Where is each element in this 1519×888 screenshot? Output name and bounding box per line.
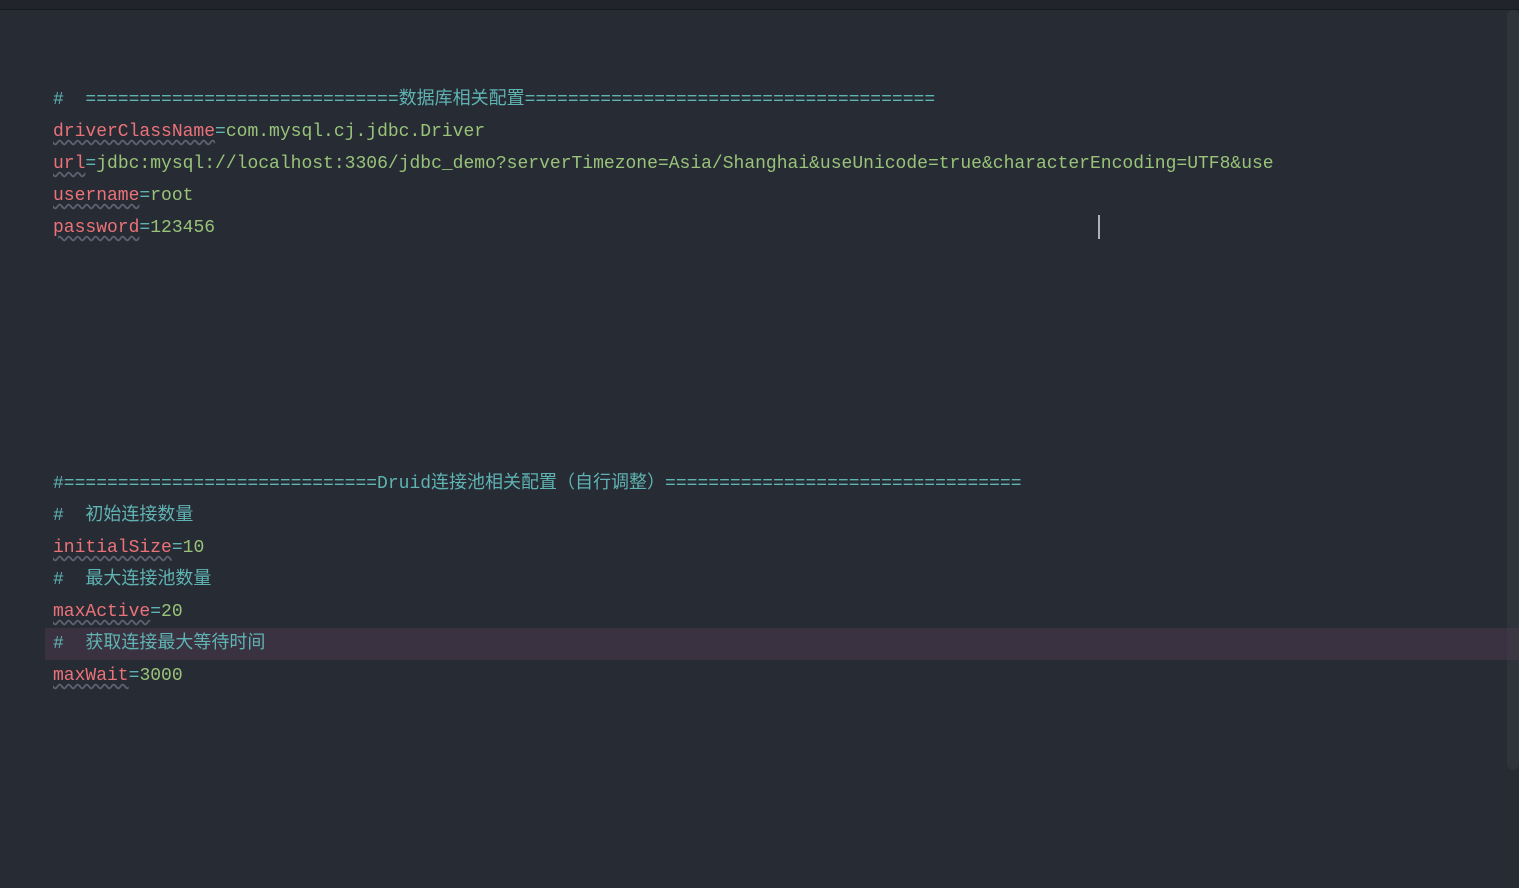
equals-sign: = <box>139 186 150 206</box>
code-line[interactable]: password=123456 <box>45 212 1519 244</box>
property-key: password <box>53 218 139 238</box>
comment-text: #=============================Druid连接池相关… <box>53 474 1022 494</box>
comment-text: # =============================数据库相关配置==… <box>53 90 935 110</box>
code-line[interactable] <box>45 340 1519 372</box>
equals-sign: = <box>129 666 140 686</box>
code-line[interactable] <box>45 372 1519 404</box>
code-line[interactable]: username=root <box>45 180 1519 212</box>
text-cursor <box>1098 215 1100 239</box>
equals-sign: = <box>215 122 226 142</box>
comment-text: # 初始连接数量 <box>53 506 193 526</box>
equals-sign: = <box>85 154 96 174</box>
property-value: 20 <box>161 602 183 622</box>
property-key: username <box>53 186 139 206</box>
vertical-scrollbar[interactable] <box>1507 10 1519 770</box>
code-line[interactable]: url=jdbc:mysql://localhost:3306/jdbc_dem… <box>45 148 1519 180</box>
equals-sign: = <box>150 602 161 622</box>
property-key: maxWait <box>53 666 129 686</box>
property-key: url <box>53 154 85 174</box>
code-line[interactable]: maxWait=3000 <box>45 660 1519 692</box>
code-line[interactable]: # 获取连接最大等待时间 <box>45 628 1519 660</box>
property-value: root <box>150 186 193 206</box>
code-editor[interactable]: # =============================数据库相关配置==… <box>45 10 1519 888</box>
property-value: 10 <box>183 538 205 558</box>
property-value: 123456 <box>150 218 215 238</box>
code-line[interactable] <box>45 404 1519 436</box>
equals-sign: = <box>172 538 183 558</box>
property-key: driverClassName <box>53 122 215 142</box>
property-key: maxActive <box>53 602 150 622</box>
code-line[interactable] <box>45 276 1519 308</box>
property-value: com.mysql.cj.jdbc.Driver <box>226 122 485 142</box>
code-line[interactable]: driverClassName=com.mysql.cj.jdbc.Driver <box>45 116 1519 148</box>
code-line[interactable] <box>45 308 1519 340</box>
equals-sign: = <box>139 218 150 238</box>
editor-top-bar <box>0 0 1519 10</box>
property-value: jdbc:mysql://localhost:3306/jdbc_demo?se… <box>96 154 1273 174</box>
property-key: initialSize <box>53 538 172 558</box>
code-line[interactable] <box>45 244 1519 276</box>
code-line[interactable]: # 最大连接池数量 <box>45 564 1519 596</box>
code-line[interactable] <box>45 436 1519 468</box>
editor-container: # =============================数据库相关配置==… <box>0 10 1519 888</box>
property-value: 3000 <box>139 666 182 686</box>
comment-text: # 最大连接池数量 <box>53 570 211 590</box>
code-line[interactable]: # =============================数据库相关配置==… <box>45 84 1519 116</box>
code-line[interactable]: # 初始连接数量 <box>45 500 1519 532</box>
code-line[interactable]: initialSize=10 <box>45 532 1519 564</box>
code-line[interactable]: maxActive=20 <box>45 596 1519 628</box>
comment-text: # 获取连接最大等待时间 <box>53 634 265 654</box>
editor-gutter <box>0 10 45 888</box>
code-line[interactable]: #=============================Druid连接池相关… <box>45 468 1519 500</box>
